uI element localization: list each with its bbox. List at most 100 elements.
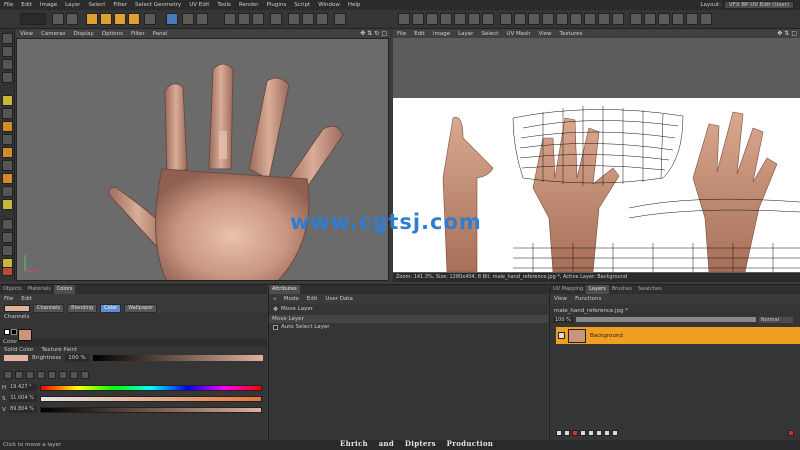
tab-materials[interactable]: Materials [25,285,54,294]
uv-tool-6-icon[interactable] [468,13,480,25]
render-settings-icon[interactable] [224,13,236,25]
opacity-slider[interactable] [575,317,756,322]
subtab-blending[interactable]: Blending [67,304,98,313]
black-chip-icon[interactable] [11,329,17,335]
layer-row-background[interactable]: Background [556,327,800,344]
layer-opacity[interactable]: 100 % [553,316,573,323]
uv-tool-8-icon[interactable] [500,13,512,25]
subtab-channels[interactable]: Channels [33,304,65,313]
uv-tool-1-icon[interactable] [398,13,410,25]
uv-menu-file[interactable]: File [393,31,410,37]
attr-back-icon[interactable]: ◂ [269,296,280,302]
camera-icon[interactable] [316,13,328,25]
uv-tool-15-icon[interactable] [598,13,610,25]
uv-tool-19-icon[interactable] [658,13,670,25]
clone-icon[interactable] [2,134,13,145]
menu-edit[interactable]: Edit [17,2,36,8]
uv-tool-10-icon[interactable] [528,13,540,25]
frame-icon[interactable] [302,13,314,25]
hue-slider[interactable] [40,385,262,391]
texture-mode-icon[interactable] [2,46,13,57]
attr-menu-user-data[interactable]: User Data [321,296,356,302]
uv-tool-16-icon[interactable] [612,13,624,25]
effects-icon[interactable] [612,430,618,436]
smudge-icon[interactable] [2,160,13,171]
vp-menu-options[interactable]: Options [98,31,127,37]
tab-objects[interactable]: Objects [0,285,25,294]
uv-menu-image[interactable]: Image [429,31,454,37]
tab-layers[interactable]: Layers [586,285,609,294]
select-tool-icon[interactable] [66,13,78,25]
vp-menu-filter[interactable]: Filter [127,31,149,37]
lock-icon[interactable] [604,430,610,436]
color-wheel-icon[interactable] [4,371,12,379]
checker-a-icon[interactable] [238,13,250,25]
vp-menu-cameras[interactable]: Cameras [37,31,69,37]
rgb-icon[interactable] [37,371,45,379]
auto-select-checkbox[interactable] [273,324,278,330]
value-slider[interactable] [40,407,262,413]
undo-icon[interactable] [20,13,46,25]
layout-dropdown[interactable]: VFX BP UV Edit (User) [723,1,794,9]
uv-tool-17-icon[interactable] [630,13,642,25]
tab-attributes[interactable]: Attributes [269,285,300,294]
menu-image[interactable]: Image [36,2,61,8]
layers-menu-view[interactable]: View [550,296,571,302]
attr-menu-mode[interactable]: Mode [280,296,303,302]
menu-tools[interactable]: Tools [213,2,235,8]
uv-menu-uv-mesh[interactable]: UV Mesh [502,31,534,37]
uv-tool-21-icon[interactable] [686,13,698,25]
menu-layer[interactable]: Layer [61,2,84,8]
light-icon[interactable] [334,13,346,25]
blend-mode-dropdown[interactable]: Normal [758,316,793,323]
eraser-icon[interactable] [2,121,13,132]
uv-menu-layer[interactable]: Layer [454,31,477,37]
solid-color-option[interactable]: Solid Color [4,346,34,354]
lasso-icon[interactable] [2,232,13,243]
menu-select-geometry[interactable]: Select Geometry [131,2,185,8]
s-value[interactable]: 31.004 % [9,395,37,402]
uv-tool-9-icon[interactable] [514,13,526,25]
uv-menu-select[interactable]: Select [477,31,502,37]
axis-icon[interactable] [144,13,156,25]
current-color-swatch[interactable] [4,305,30,312]
mixing-icon[interactable] [70,371,78,379]
brightness-slider[interactable] [92,355,263,361]
saturation-slider[interactable] [40,396,262,402]
menu-script[interactable]: Script [290,2,314,8]
layer-visibility-icon[interactable] [558,332,565,339]
star-icon[interactable] [2,199,13,210]
subtab-color[interactable]: Color [100,304,122,313]
tab-brushes[interactable]: Brushes [609,285,635,294]
rotate-icon[interactable] [114,13,126,25]
move-icon[interactable] [86,13,98,25]
spectrum-icon[interactable] [15,371,23,379]
checker-b-icon[interactable] [252,13,264,25]
swatches-icon[interactable] [81,371,89,379]
zoom-view-icon[interactable]: ⇅ [367,30,372,37]
attr-menu-edit[interactable]: Edit [303,296,322,302]
eyedropper-icon[interactable] [2,219,13,230]
fill-icon[interactable] [2,147,13,158]
checker-c-icon[interactable] [270,13,282,25]
brush-icon[interactable] [2,95,13,106]
uv-tool-14-icon[interactable] [584,13,596,25]
vp-menu-display[interactable]: Display [70,31,98,37]
render-view-icon[interactable] [182,13,194,25]
new-layer-icon[interactable] [556,430,562,436]
uv-tool-3-icon[interactable] [426,13,438,25]
uv-tool-11-icon[interactable] [542,13,554,25]
kelvin-icon[interactable] [59,371,67,379]
white-chip-icon[interactable] [4,329,10,335]
model-mode-icon[interactable] [2,33,13,44]
menu-help[interactable]: Help [344,2,365,8]
paint-brush-icon[interactable] [166,13,178,25]
menu-filter[interactable]: Filter [109,2,131,8]
merge-layer-icon[interactable] [588,430,594,436]
uv-maximize-view-icon[interactable]: □ [791,30,797,37]
menu-uv-edit[interactable]: UV Edit [185,2,213,8]
colors-menu-file[interactable]: File [0,296,17,302]
hsv-icon[interactable] [48,371,56,379]
uv-tool-20-icon[interactable] [672,13,684,25]
menu-render[interactable]: Render [235,2,263,8]
